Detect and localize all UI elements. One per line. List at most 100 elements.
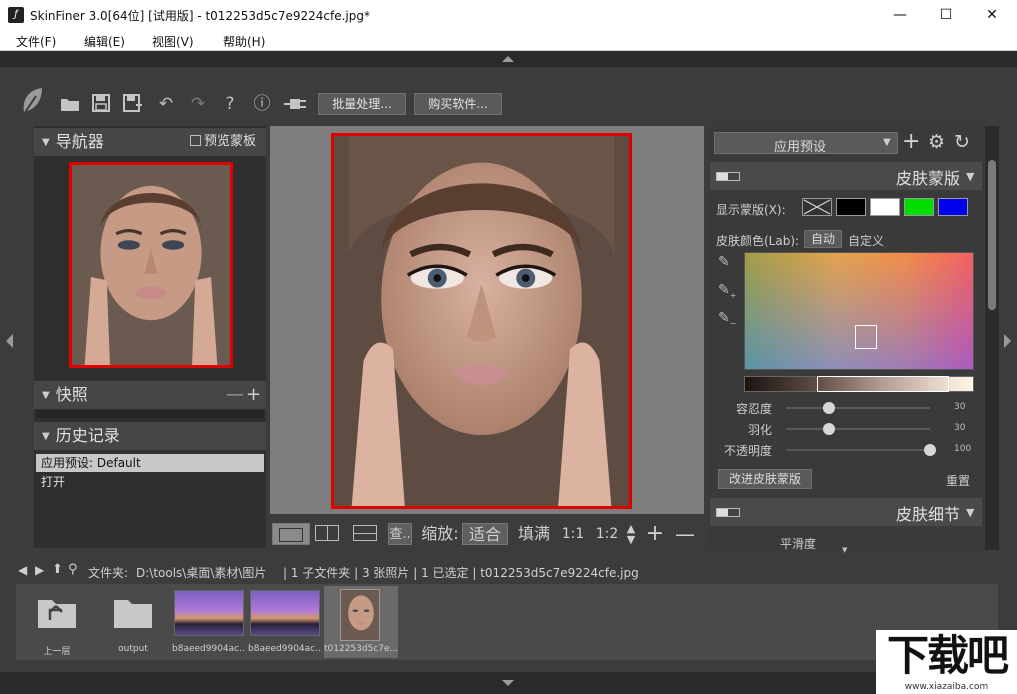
history-item[interactable]: 打开 [36,473,264,491]
film-item-folder[interactable]: output [96,586,170,658]
preset-settings-icon[interactable]: ⚙ [928,130,945,154]
menu-file[interactable]: 文件(F) [16,33,56,50]
mask-green-swatch[interactable] [904,198,934,216]
maximize-button[interactable]: ☐ [923,0,969,30]
zoom-out-icon[interactable]: — [674,523,696,545]
eyedropper-icon[interactable]: ✎ [718,254,730,270]
open-folder-icon[interactable] [60,95,80,113]
caret-down-icon[interactable]: ▼ [42,382,50,410]
close-button[interactable]: ✕ [969,0,1015,30]
skin-tone-range-selection[interactable] [817,376,949,392]
tolerance-slider-knob[interactable] [823,402,835,414]
scrollbar-thumb[interactable] [988,160,996,310]
opacity-slider-knob[interactable] [924,444,936,456]
zoom-in-icon[interactable]: + [644,523,666,545]
sunset-photo-thumbnail [174,590,244,636]
buy-software-button[interactable]: 购买软件... [414,93,502,115]
preview-mask-toggle[interactable]: 预览蒙板 [190,128,256,156]
main-photo[interactable] [331,133,632,509]
snapshots-header[interactable]: ▼ 快照 — + [34,381,266,409]
eyedropper-remove-icon[interactable]: ✎− [718,310,736,328]
collapse-right-icon[interactable] [1004,334,1011,348]
skin-mask-header[interactable]: 皮肤蒙版 ▼ [710,162,982,190]
section-toggle[interactable] [716,172,740,181]
folder-icon [114,600,152,628]
scroll-more-icon[interactable]: ▼ [842,546,847,554]
save-icon[interactable] [92,94,110,112]
reset-button[interactable]: 重置 [946,472,970,489]
skin-color-auto-button[interactable]: 自动 [804,230,842,248]
folder-info: | 1 子文件夹 | 3 张照片 | 1 已选定 | t012253d5c7e9… [283,566,639,580]
left-panel: ▼ 导航器 预览蒙板 ▼ 快照 — + ▼ 历史记录 应用预设: Default 打开 [34,126,266,548]
navigator-thumbnail[interactable] [69,162,233,368]
plugin-icon[interactable] [284,97,306,111]
film-item-up[interactable]: 上一层 [20,586,94,658]
film-item-photo[interactable]: b8aeed9904ac... [172,586,246,658]
redo-icon[interactable]: ↷ [188,94,208,114]
single-view-button[interactable] [272,523,310,545]
caret-down-icon[interactable]: ▼ [966,170,974,183]
navigator-header[interactable]: ▼ 导航器 预览蒙板 [34,128,266,156]
zoom-fill-button[interactable]: 填满 [514,523,554,545]
history-header[interactable]: ▼ 历史记录 [34,422,266,450]
menu-edit[interactable]: 编辑(E) [84,33,125,50]
mask-white-swatch[interactable] [870,198,900,216]
tolerance-slider[interactable] [786,407,930,409]
add-preset-icon[interactable]: + [902,130,920,154]
collapse-left-icon[interactable] [6,334,13,348]
section-toggle[interactable] [716,508,740,517]
caret-down-icon[interactable]: ▼ [42,129,50,157]
mask-none-swatch[interactable] [802,198,832,216]
menu-help[interactable]: 帮助(H) [223,33,265,50]
preview-mask-checkbox[interactable] [190,135,201,146]
split-vertical-button[interactable] [314,523,340,545]
skin-tone-range-bar[interactable] [744,376,974,392]
up-folder-icon [38,600,76,628]
skin-color-custom-button[interactable]: 自定义 [848,232,884,249]
mask-blue-swatch[interactable] [938,198,968,216]
split-horizontal-button[interactable] [352,523,378,545]
film-item-selected[interactable]: t012253d5c7e... [324,586,398,658]
history-item[interactable]: 应用预设: Default [36,454,264,472]
film-item-label: b8aeed9904ac... [172,644,246,654]
lab-selection-box[interactable] [855,325,877,349]
zoom-spin-icon[interactable]: ▲ ▼ [624,523,638,545]
caret-down-icon[interactable]: ▼ [966,506,974,519]
help-icon[interactable]: ? [220,94,240,114]
back-arrow-icon[interactable]: ◀ [18,563,27,577]
mask-black-swatch[interactable] [836,198,866,216]
navigator-title: 导航器 [55,132,104,151]
remove-snapshot-icon[interactable]: — [226,381,244,409]
collapse-up-icon[interactable] [502,56,514,62]
find-button[interactable]: 查.. [388,523,412,545]
lab-color-picker[interactable] [744,252,974,370]
caret-down-icon[interactable]: ▼ [42,423,50,451]
minimize-button[interactable]: — [877,0,923,30]
film-item-photo[interactable]: b8aeed9904ac... [248,586,322,658]
folder-path[interactable]: D:\tools\桌面\素材\图片 [136,564,266,581]
zoom-1-1-button[interactable]: 1:1 [560,523,586,545]
zoom-1-2-button[interactable]: 1:2 [594,523,620,545]
undo-icon[interactable]: ↶ [156,94,176,114]
top-collapse-strip[interactable] [0,51,1017,67]
feather-slider[interactable] [786,428,930,430]
preset-dropdown[interactable]: 应用预设 ▼ [714,132,898,155]
bottom-collapse-strip[interactable] [0,672,1017,694]
zoom-fit-button[interactable]: 适合 [462,523,508,545]
search-icon[interactable]: ⚲ [68,562,78,577]
info-icon[interactable]: ⓘ [252,94,272,114]
batch-process-button[interactable]: 批量处理... [318,93,406,115]
add-snapshot-icon[interactable]: + [246,381,261,409]
refresh-icon[interactable]: ↻ [954,130,970,154]
eyedropper-add-icon[interactable]: ✎+ [718,282,736,300]
skin-detail-header[interactable]: 皮肤细节 ▼ [710,498,982,526]
improve-mask-button[interactable]: 改进皮肤蒙版 [718,469,812,489]
feather-slider-knob[interactable] [823,423,835,435]
forward-arrow-icon[interactable]: ▶ [35,563,44,577]
menu-view[interactable]: 视图(V) [152,33,194,50]
up-arrow-icon[interactable]: ⬆ [52,562,63,577]
collapse-down-icon[interactable] [502,680,514,686]
opacity-slider[interactable] [786,449,930,451]
save-as-icon[interactable] [123,94,143,112]
image-canvas[interactable] [270,126,704,514]
